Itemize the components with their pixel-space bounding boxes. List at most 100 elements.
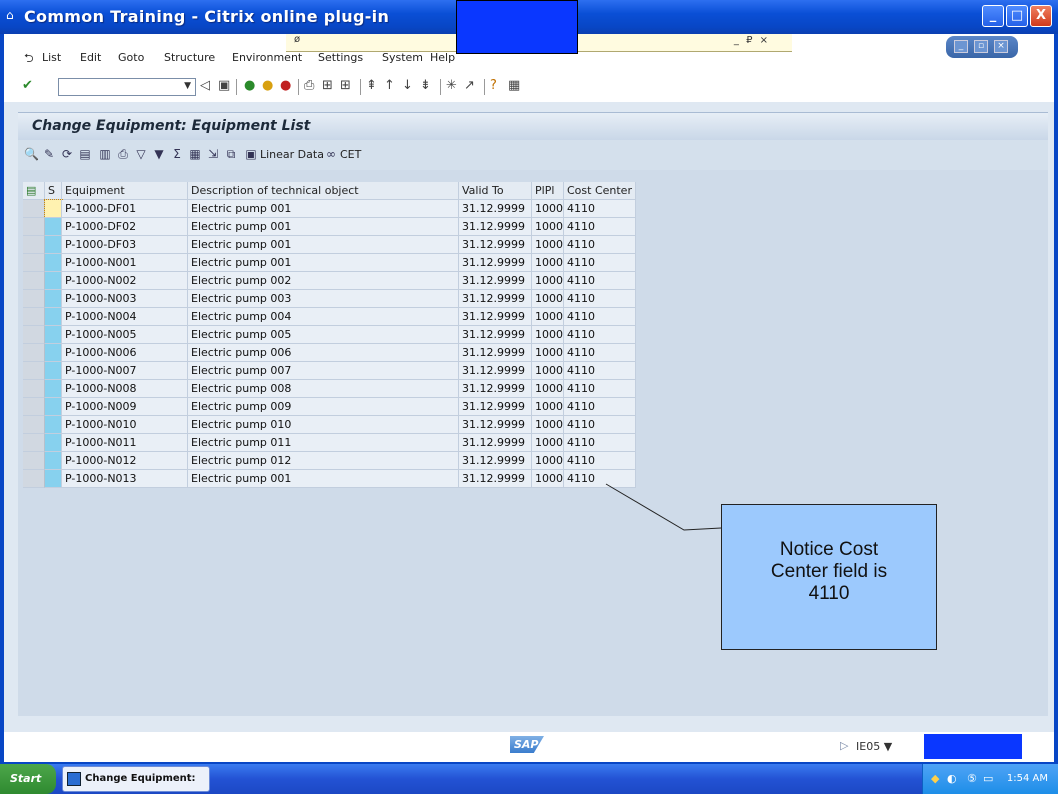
- cell-description[interactable]: Electric pump 001: [188, 236, 459, 254]
- cell-valid-to[interactable]: 31.12.9999: [459, 272, 532, 290]
- select-all-icon[interactable]: ▤: [78, 147, 92, 161]
- row-selector[interactable]: [23, 218, 45, 236]
- cell-equipment[interactable]: P-1000-N004: [62, 308, 188, 326]
- cell-description[interactable]: Electric pump 006: [188, 344, 459, 362]
- chevron-down-icon[interactable]: ▼: [184, 81, 191, 91]
- previous-page-icon[interactable]: ↑: [384, 78, 395, 94]
- cell-cost-center[interactable]: 4110: [564, 218, 636, 236]
- row-selector[interactable]: [23, 200, 45, 218]
- find-icon[interactable]: ⊞: [322, 78, 333, 94]
- cell-plpl[interactable]: 1000: [532, 254, 564, 272]
- create-session-icon[interactable]: ✳: [446, 78, 457, 94]
- cell-valid-to[interactable]: 31.12.9999: [459, 308, 532, 326]
- cell-cost-center[interactable]: 4110: [564, 254, 636, 272]
- row-selector[interactable]: [23, 272, 45, 290]
- cell-description[interactable]: Electric pump 005: [188, 326, 459, 344]
- menu-list[interactable]: List: [42, 51, 61, 64]
- back-icon[interactable]: ●: [244, 78, 255, 94]
- cell-cost-center[interactable]: 4110: [564, 290, 636, 308]
- cell-plpl[interactable]: 1000: [532, 470, 564, 488]
- cell-description[interactable]: Electric pump 012: [188, 452, 459, 470]
- cell-equipment[interactable]: P-1000-N001: [62, 254, 188, 272]
- cell-equipment[interactable]: P-1000-N008: [62, 380, 188, 398]
- cell-cost-center[interactable]: 4110: [564, 398, 636, 416]
- table-row[interactable]: P-1000-N002 Electric pump 002 31.12.9999 10…: [23, 272, 636, 290]
- row-selector[interactable]: [23, 290, 45, 308]
- cell-status[interactable]: [45, 416, 62, 434]
- cell-plpl[interactable]: 1000: [532, 326, 564, 344]
- cell-status[interactable]: [45, 380, 62, 398]
- inner-window-controls[interactable]: _ ₽ ×: [734, 35, 770, 46]
- cell-cost-center[interactable]: 4110: [564, 326, 636, 344]
- cell-valid-to[interactable]: 31.12.9999: [459, 380, 532, 398]
- cell-status[interactable]: [45, 452, 62, 470]
- cell-equipment[interactable]: P-1000-N011: [62, 434, 188, 452]
- cell-valid-to[interactable]: 31.12.9999: [459, 254, 532, 272]
- table-row[interactable]: P-1000-N006 Electric pump 006 31.12.9999 10…: [23, 344, 636, 362]
- column-header-equipment[interactable]: Equipment: [62, 182, 188, 200]
- sap-restore-icon[interactable]: ▫: [974, 40, 988, 53]
- layout-icon[interactable]: ▦: [188, 147, 202, 161]
- table-row[interactable]: P-1000-N013 Electric pump 001 31.12.9999 10…: [23, 470, 636, 488]
- row-selector[interactable]: [23, 452, 45, 470]
- minimize-button[interactable]: _: [982, 5, 1004, 27]
- cell-valid-to[interactable]: 31.12.9999: [459, 218, 532, 236]
- cell-description[interactable]: Electric pump 001: [188, 200, 459, 218]
- cell-cost-center[interactable]: 4110: [564, 452, 636, 470]
- menu-goto[interactable]: Goto: [118, 51, 144, 64]
- linear-data-button[interactable]: Linear Data: [260, 148, 324, 161]
- cell-plpl[interactable]: 1000: [532, 344, 564, 362]
- cell-valid-to[interactable]: 31.12.9999: [459, 416, 532, 434]
- next-page-icon[interactable]: ↓: [402, 78, 413, 94]
- cell-valid-to[interactable]: 31.12.9999: [459, 200, 532, 218]
- column-header-valid-to[interactable]: Valid To: [459, 182, 532, 200]
- exit-menu-icon[interactable]: ⮌: [24, 49, 34, 70]
- table-row[interactable]: P-1000-N001 Electric pump 001 31.12.9999 10…: [23, 254, 636, 272]
- cell-valid-to[interactable]: 31.12.9999: [459, 290, 532, 308]
- cell-equipment[interactable]: P-1000-N003: [62, 290, 188, 308]
- cell-equipment[interactable]: P-1000-N009: [62, 398, 188, 416]
- help-icon[interactable]: ?: [490, 78, 497, 94]
- cell-description[interactable]: Electric pump 008: [188, 380, 459, 398]
- cell-description[interactable]: Electric pump 003: [188, 290, 459, 308]
- row-selector[interactable]: [23, 308, 45, 326]
- command-field[interactable]: ▼: [58, 78, 196, 96]
- cell-cost-center[interactable]: 4110: [564, 344, 636, 362]
- table-row[interactable]: P-1000-N012 Electric pump 012 31.12.9999 10…: [23, 452, 636, 470]
- cell-status[interactable]: [45, 236, 62, 254]
- play-icon[interactable]: ▷: [840, 739, 848, 752]
- row-selector[interactable]: [23, 398, 45, 416]
- display-icon[interactable]: 🔍: [24, 147, 39, 161]
- cell-cost-center[interactable]: 4110: [564, 470, 636, 488]
- cell-valid-to[interactable]: 31.12.9999: [459, 236, 532, 254]
- cell-status[interactable]: [45, 326, 62, 344]
- table-row[interactable]: P-1000-DF03 Electric pump 001 31.12.9999 10…: [23, 236, 636, 254]
- tray-icon[interactable]: ⑤: [967, 772, 980, 785]
- cet-icon[interactable]: ∞: [324, 147, 338, 161]
- column-header-cost-center[interactable]: Cost Center: [564, 182, 636, 200]
- filter-icon[interactable]: ▽: [134, 147, 148, 161]
- row-selector[interactable]: [23, 434, 45, 452]
- cell-valid-to[interactable]: 31.12.9999: [459, 362, 532, 380]
- cell-description[interactable]: Electric pump 010: [188, 416, 459, 434]
- close-button[interactable]: X: [1030, 5, 1052, 27]
- system-id[interactable]: IE05 ▼: [856, 740, 892, 753]
- cell-valid-to[interactable]: 31.12.9999: [459, 326, 532, 344]
- cell-description[interactable]: Electric pump 001: [188, 254, 459, 272]
- cell-valid-to[interactable]: 31.12.9999: [459, 398, 532, 416]
- menu-environment[interactable]: Environment: [232, 51, 302, 64]
- cell-status[interactable]: [45, 362, 62, 380]
- cell-plpl[interactable]: 1000: [532, 362, 564, 380]
- tray-icon[interactable]: ▭: [983, 772, 996, 785]
- row-selector[interactable]: [23, 416, 45, 434]
- cell-valid-to[interactable]: 31.12.9999: [459, 452, 532, 470]
- cell-cost-center[interactable]: 4110: [564, 362, 636, 380]
- cell-plpl[interactable]: 1000: [532, 272, 564, 290]
- print-icon[interactable]: ⎙: [304, 78, 314, 94]
- cell-plpl[interactable]: 1000: [532, 290, 564, 308]
- back-arrow-icon[interactable]: ◁: [200, 78, 210, 94]
- cell-plpl[interactable]: 1000: [532, 236, 564, 254]
- cell-plpl[interactable]: 1000: [532, 200, 564, 218]
- cell-cost-center[interactable]: 4110: [564, 380, 636, 398]
- cell-equipment[interactable]: P-1000-N013: [62, 470, 188, 488]
